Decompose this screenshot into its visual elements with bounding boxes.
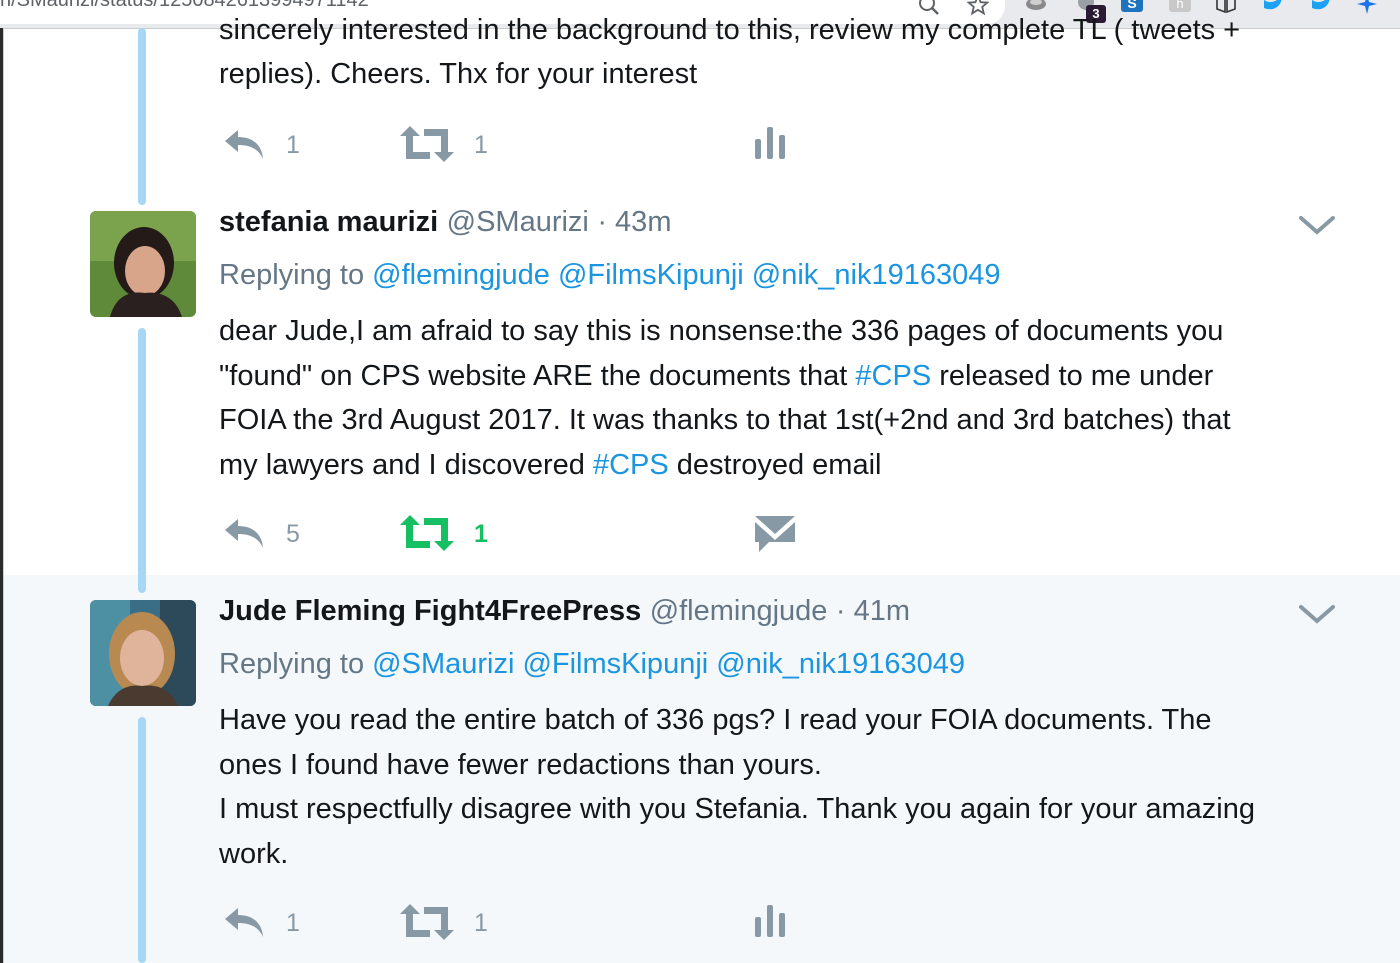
replying-to-label: Replying to <box>219 648 365 680</box>
tweet-text-line: sincerely interested in the background t… <box>219 14 1241 46</box>
tweet-text-line: my lawyers and I discovered #CPS destroy… <box>219 443 1231 488</box>
reply-count: 1 <box>286 909 300 937</box>
reply-icon[interactable] <box>222 904 266 940</box>
avatar-flemingjude[interactable] <box>90 600 196 706</box>
retweet-icon[interactable] <box>400 904 454 940</box>
tweet-text: dear Jude,I am afraid to say this is non… <box>219 309 1231 487</box>
replying-to-label: Replying to <box>219 259 365 291</box>
author-name[interactable]: Jude Fleming Fight4FreePress <box>219 595 641 627</box>
tweet-header: stefania maurizi @SMaurizi · 43m <box>219 206 671 239</box>
direct-message-icon[interactable] <box>755 514 795 552</box>
tweet-text-line: dear Jude,I am afraid to say this is non… <box>219 315 1224 347</box>
tweet-timestamp[interactable]: · 43m <box>597 206 671 238</box>
tweet-header: Jude Fleming Fight4FreePress @flemingjud… <box>219 595 910 628</box>
hashtag-link[interactable]: #CPS <box>593 449 669 481</box>
tweet-text-line: "found" on CPS website ARE the documents… <box>219 354 1231 399</box>
reply-count: 1 <box>286 131 300 159</box>
thread-line <box>138 28 146 205</box>
replying-to-handles[interactable]: @SMaurizi @FilmsKipunji @nik_nik19163049 <box>372 648 965 680</box>
retweet-icon[interactable] <box>400 515 454 551</box>
retweet-icon[interactable] <box>400 126 454 162</box>
tweet-text-line: I must respectfully disagree with you St… <box>219 793 1255 825</box>
retweet-count: 1 <box>474 131 488 159</box>
retweet-count: 1 <box>474 909 488 937</box>
tweet-text-line: replies). Cheers. Thx for your interest <box>219 58 698 90</box>
twitter-extension-icon[interactable] <box>1262 0 1284 16</box>
chevron-down-icon[interactable] <box>1298 214 1336 238</box>
author-handle[interactable]: @SMaurizi <box>447 206 589 238</box>
reply-icon[interactable] <box>222 515 266 551</box>
replying-to: Replying to @flemingjude @FilmsKipunji @… <box>219 259 1001 292</box>
tweet-text-segment: my lawyers and I discovered <box>219 448 593 481</box>
retweet-count: 1 <box>474 520 488 548</box>
analytics-icon[interactable] <box>755 125 787 161</box>
tweet-timestamp[interactable]: · 41m <box>836 595 910 627</box>
thread-line <box>138 328 146 593</box>
thread-line <box>138 717 146 963</box>
reply-count: 5 <box>286 520 300 548</box>
tweet-text-line: Have you read the entire batch of 336 pg… <box>219 704 1212 736</box>
tweet-text-line: ones I found have fewer redactions than … <box>219 748 822 781</box>
hashtag-link[interactable]: #CPS <box>855 360 931 392</box>
replying-to-handles[interactable]: @flemingjude @FilmsKipunji @nik_nik19163… <box>372 259 1000 291</box>
tweet-text-segment: released to me under <box>931 359 1214 392</box>
tweet-text-segment: destroyed email <box>668 448 882 481</box>
avatar-smaurizi[interactable] <box>90 211 196 317</box>
replying-to: Replying to @SMaurizi @FilmsKipunji @nik… <box>219 648 965 681</box>
sparkle-icon[interactable] <box>1356 0 1378 16</box>
tweet-text-line: FOIA the 3rd August 2017. It was thanks … <box>219 404 1231 436</box>
author-handle[interactable]: @flemingjude <box>650 595 828 627</box>
tweet-text-segment: "found" on CPS website ARE the documents… <box>219 359 856 392</box>
tweet-text: Have you read the entire batch of 336 pg… <box>219 698 1255 876</box>
reply-icon[interactable] <box>222 126 266 162</box>
tweet-text-line: work. <box>219 837 289 870</box>
author-name[interactable]: stefania maurizi <box>219 206 438 238</box>
chevron-down-icon[interactable] <box>1298 603 1336 627</box>
analytics-icon[interactable] <box>755 903 787 939</box>
twitter-extension-icon-2[interactable] <box>1310 0 1332 16</box>
